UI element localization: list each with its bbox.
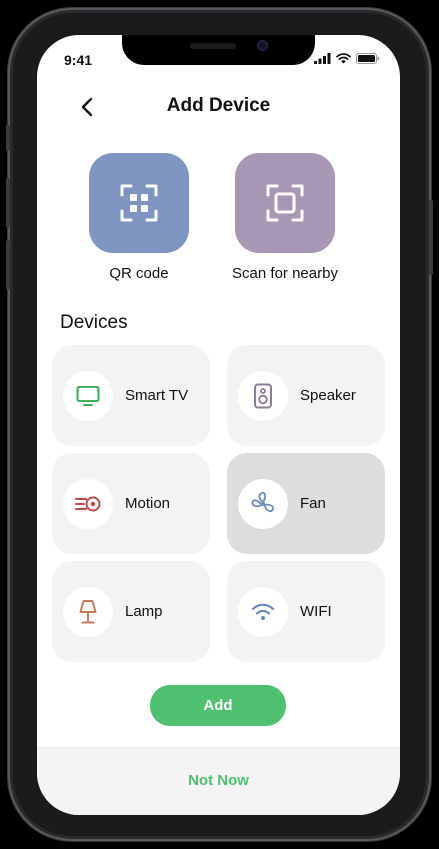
volume-up-button: [6, 178, 10, 228]
scan-nearby-tile: [235, 153, 335, 253]
motion-sensor-icon: [75, 496, 101, 511]
device-label: Smart TV: [125, 387, 189, 404]
bottom-bar: Not Now: [37, 747, 400, 815]
app-screen: 9:41 Add Device QR code Scan for nearby …: [37, 35, 400, 815]
lamp-icon: [79, 599, 97, 623]
battery-icon: [356, 53, 380, 64]
scan-nearby-label: Scan for nearby: [232, 265, 338, 282]
mute-switch: [6, 125, 10, 151]
qr-scan-icon: [120, 184, 158, 222]
front-camera: [257, 40, 268, 51]
device-label: WIFI: [300, 603, 332, 620]
speaker-icon: [254, 383, 272, 408]
fan-icon: [251, 491, 274, 512]
device-card-motion[interactable]: Motion: [52, 453, 210, 554]
devices-heading: Devices: [60, 312, 128, 333]
status-icons: [314, 53, 380, 64]
scan-nearby-button[interactable]: Scan for nearby: [220, 153, 350, 282]
device-card-wifi[interactable]: WIFI: [227, 561, 385, 662]
device-label: Fan: [300, 495, 326, 512]
wifi-icon: [251, 603, 275, 620]
not-now-button[interactable]: Not Now: [37, 772, 400, 789]
volume-down-button: [6, 240, 10, 290]
device-card-fan[interactable]: Fan: [227, 453, 385, 554]
status-time: 9:41: [64, 52, 93, 68]
cellular-signal-icon: [314, 53, 331, 64]
notch: [122, 35, 315, 65]
device-label: Speaker: [300, 387, 356, 404]
device-icon-badge: [238, 370, 288, 421]
device-icon-badge: [63, 370, 113, 421]
wifi-status-icon: [336, 53, 351, 64]
device-icon-badge: [63, 478, 113, 529]
device-icon-badge: [238, 478, 288, 529]
earpiece: [190, 43, 236, 49]
device-card-smart-tv[interactable]: Smart TV: [52, 345, 210, 446]
power-button: [429, 200, 433, 275]
device-label: Lamp: [125, 603, 163, 620]
page-title: Add Device: [166, 95, 271, 116]
tv-icon: [76, 385, 100, 406]
scan-frame-icon: [266, 184, 304, 222]
qr-code-button[interactable]: QR code: [74, 153, 204, 282]
device-icon-badge: [238, 586, 288, 637]
device-icon-badge: [63, 586, 113, 637]
device-card-speaker[interactable]: Speaker: [227, 345, 385, 446]
device-label: Motion: [125, 495, 171, 512]
add-button[interactable]: Add: [150, 685, 286, 726]
qr-code-label: QR code: [109, 265, 169, 282]
device-card-lamp[interactable]: Lamp: [52, 561, 210, 662]
qr-code-tile: [89, 153, 189, 253]
